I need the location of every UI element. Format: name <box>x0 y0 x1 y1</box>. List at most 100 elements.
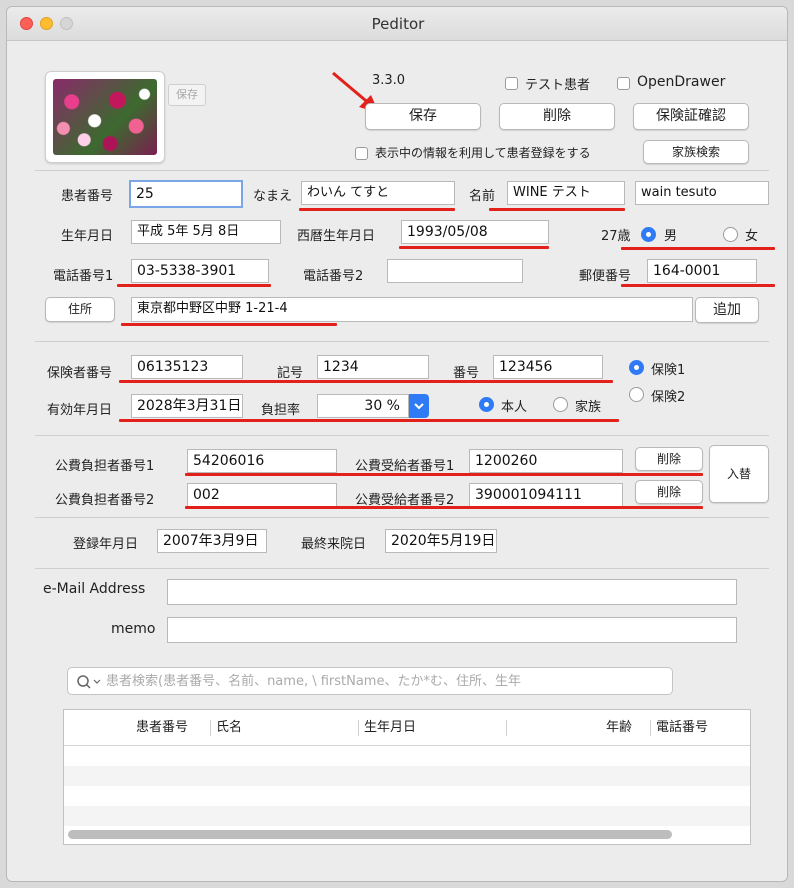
column-header-phone[interactable]: 電話番号 <box>656 715 708 741</box>
female-radio[interactable] <box>723 227 738 242</box>
address-field[interactable]: 東京都中野区中野 1-21-4 <box>131 297 693 322</box>
register-from-display-label: 表示中の情報を利用して患者登録をする <box>375 146 591 160</box>
last-visit-label: 最終来院日 <box>301 537 367 552</box>
column-separator <box>358 720 359 736</box>
title-bar: Peditor <box>7 7 787 41</box>
female-label: 女 <box>745 229 759 244</box>
insurance1-radio[interactable] <box>629 360 644 375</box>
symbol-label: 記号 <box>277 366 304 381</box>
insurance-card-check-button[interactable]: 保険証確認 <box>633 103 749 130</box>
red-underline <box>119 419 619 422</box>
delete-public1-button[interactable]: 削除 <box>635 447 703 471</box>
last-visit-field[interactable]: 2020年5月19日 <box>385 529 497 553</box>
public-recipient1-field[interactable]: 1200260 <box>469 449 623 473</box>
name-romaji-field[interactable]: wain tesuto <box>635 181 769 205</box>
section-divider <box>35 435 769 436</box>
insurance1-label: 保険1 <box>651 363 686 378</box>
swap-public-button[interactable]: 入替 <box>709 445 769 503</box>
insurance2-label: 保険2 <box>651 390 686 405</box>
table-row[interactable] <box>64 766 750 786</box>
delete-public2-button[interactable]: 削除 <box>635 480 703 504</box>
red-underline <box>489 208 625 211</box>
burden-rate-label: 負担率 <box>261 403 301 418</box>
postal-code-label: 郵便番号 <box>579 269 632 284</box>
column-header-birth-date[interactable]: 生年月日 <box>364 715 416 741</box>
insured-family-radio[interactable] <box>553 397 568 412</box>
red-underline <box>185 473 703 476</box>
western-birth-date-field[interactable]: 1993/05/08 <box>401 220 549 244</box>
column-separator <box>210 720 211 736</box>
number-field[interactable]: 123456 <box>493 355 603 379</box>
red-underline <box>185 506 703 509</box>
symbol-field[interactable]: 1234 <box>317 355 429 379</box>
phone2-label: 電話番号2 <box>303 269 364 284</box>
table-row[interactable] <box>64 786 750 806</box>
table-row[interactable] <box>64 806 750 826</box>
red-underline <box>117 284 271 287</box>
column-header-age[interactable]: 年齢 <box>606 715 632 741</box>
column-separator <box>650 720 651 736</box>
insured-self-radio[interactable] <box>479 397 494 412</box>
insurance2-radio[interactable] <box>629 387 644 402</box>
public-payer1-field[interactable]: 54206016 <box>187 449 337 473</box>
family-search-button[interactable]: 家族検索 <box>643 140 749 164</box>
column-separator <box>506 720 507 736</box>
insurer-number-label: 保険者番号 <box>47 366 113 381</box>
name-kana-field[interactable]: わいん てすと <box>301 181 455 205</box>
horizontal-scrollbar[interactable] <box>68 830 672 839</box>
public-payer2-label: 公費負担者番号2 <box>55 493 155 508</box>
patient-search-box[interactable]: 患者検索(患者番号、名前、name, \ firstName、たか*む、住所、生… <box>67 667 673 695</box>
save-button[interactable]: 保存 <box>365 103 481 130</box>
red-underline <box>119 380 613 383</box>
patient-search-input[interactable]: 患者検索(患者番号、名前、name, \ firstName、たか*む、住所、生… <box>106 672 658 692</box>
section-divider <box>35 568 769 569</box>
public-recipient2-field[interactable]: 390001094111 <box>469 483 623 507</box>
patient-id-label: 患者番号 <box>61 189 114 204</box>
red-underline <box>299 208 455 211</box>
insurer-number-field[interactable]: 06135123 <box>131 355 243 379</box>
male-radio[interactable] <box>641 227 656 242</box>
name-field[interactable]: WINE テスト <box>507 181 625 205</box>
email-label: e-Mail Address <box>43 581 146 597</box>
red-underline <box>621 247 775 250</box>
red-underline <box>121 323 337 326</box>
red-underline <box>621 284 775 287</box>
section-divider <box>35 517 769 518</box>
name-kana-label: なまえ <box>253 189 293 204</box>
birth-date-japanese-field[interactable]: 平成 5年 5月 8日 <box>131 220 281 244</box>
test-patient-checkbox[interactable] <box>505 77 518 90</box>
patient-photo[interactable] <box>45 71 165 163</box>
patient-id-field[interactable]: 25 <box>129 180 243 208</box>
column-header-name[interactable]: 氏名 <box>216 715 242 741</box>
memo-field[interactable] <box>167 617 737 643</box>
add-address-button[interactable]: 追加 <box>695 297 759 323</box>
register-from-display-checkbox[interactable] <box>355 147 368 160</box>
phone1-field[interactable]: 03-5338-3901 <box>131 259 269 283</box>
memo-label: memo <box>111 621 156 637</box>
burden-rate-dropdown[interactable] <box>409 394 429 418</box>
address-button[interactable]: 住所 <box>45 297 115 322</box>
public-payer2-field[interactable]: 002 <box>187 483 337 507</box>
phone2-field[interactable] <box>387 259 523 283</box>
search-icon <box>77 675 101 689</box>
column-header-patient-id[interactable]: 患者番号 <box>136 715 188 741</box>
number-label: 番号 <box>453 366 480 381</box>
valid-date-field[interactable]: 2028年3月31日 <box>131 394 243 418</box>
open-drawer-checkbox[interactable] <box>617 77 630 90</box>
photo-save-button[interactable]: 保存 <box>168 84 206 106</box>
insured-self-label: 本人 <box>501 400 528 415</box>
version-label: 3.3.0 <box>372 73 406 88</box>
red-underline <box>399 246 549 249</box>
burden-rate-select[interactable]: 30 % <box>317 394 409 418</box>
delete-button[interactable]: 削除 <box>499 103 615 130</box>
western-birth-date-label: 西暦生年月日 <box>297 229 376 244</box>
open-drawer-label: OpenDrawer <box>637 74 726 90</box>
public-payer1-label: 公費負担者番号1 <box>55 459 155 474</box>
window-title: Peditor <box>371 15 425 33</box>
table-row[interactable] <box>64 746 750 766</box>
email-field[interactable] <box>167 579 737 605</box>
postal-code-field[interactable]: 164-0001 <box>647 259 757 283</box>
insured-family-label: 家族 <box>575 400 602 415</box>
registration-date-field[interactable]: 2007年3月9日 <box>157 529 267 553</box>
public-recipient1-label: 公費受給者番号1 <box>355 459 455 474</box>
